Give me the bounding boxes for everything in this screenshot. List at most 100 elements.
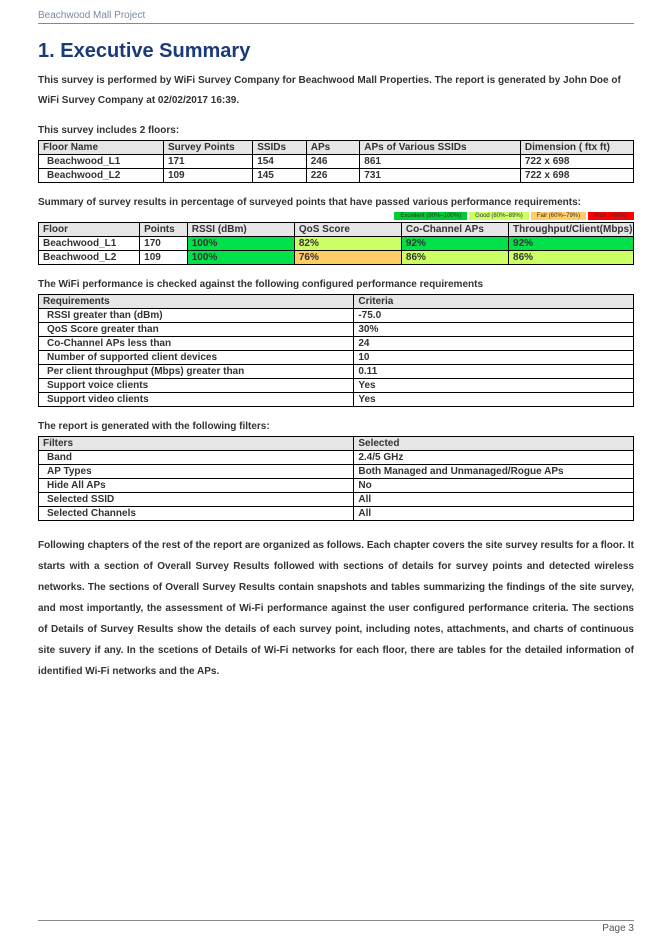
- project-title: Beachwood Mall Project: [38, 10, 145, 21]
- cell: Per client throughput (Mbps) greater tha…: [39, 365, 354, 379]
- col-criteria: Criteria: [354, 295, 634, 309]
- table-header-row: Filters Selected: [39, 437, 634, 451]
- cell: 109: [163, 169, 252, 183]
- table-row: Beachwood_L1 170 100% 82% 92% 92%: [39, 237, 634, 251]
- table-header-row: Floor Name Survey Points SSIDs APs APs o…: [39, 141, 634, 155]
- cell: 86%: [401, 251, 508, 265]
- table-row: Beachwood_L2 109 100% 76% 86% 86%: [39, 251, 634, 265]
- cell: Support voice clients: [39, 379, 354, 393]
- cell: 30%: [354, 323, 634, 337]
- table-row: Hide All APsNo: [39, 479, 634, 493]
- cell: 154: [253, 155, 307, 169]
- cell: Hide All APs: [39, 479, 354, 493]
- col-aps-various: APs of Various SSIDs: [360, 141, 521, 155]
- table-row: Selected ChannelsAll: [39, 507, 634, 521]
- table-header-row: Floor Points RSSI (dBm) QoS Score Co-Cha…: [39, 223, 634, 237]
- col-points: Points: [140, 223, 188, 237]
- col-cochannel: Co-Channel APs: [401, 223, 508, 237]
- col-ssids: SSIDs: [253, 141, 307, 155]
- cell: 861: [360, 155, 521, 169]
- table-row: Per client throughput (Mbps) greater tha…: [39, 365, 634, 379]
- cell: 246: [306, 155, 360, 169]
- cell: All: [354, 507, 634, 521]
- cell: 109: [140, 251, 188, 265]
- cell: 76%: [294, 251, 401, 265]
- cell: Selected SSID: [39, 493, 354, 507]
- table-row: Beachwood_L1 171 154 246 861 722 x 698: [39, 155, 634, 169]
- cell: 722 x 698: [520, 155, 633, 169]
- cell: QoS Score greater than: [39, 323, 354, 337]
- cell: 86%: [509, 251, 634, 265]
- cell: 82%: [294, 237, 401, 251]
- col-selected: Selected: [354, 437, 634, 451]
- cell: 100%: [187, 251, 294, 265]
- legend-fair: Fair (60%–79%): [531, 212, 586, 220]
- cell: Selected Channels: [39, 507, 354, 521]
- cell: 2.4/5 GHz: [354, 451, 634, 465]
- col-throughput: Throughput/Client(Mbps): [509, 223, 634, 237]
- cell: 92%: [401, 237, 508, 251]
- cell: All: [354, 493, 634, 507]
- col-qos: QoS Score: [294, 223, 401, 237]
- cell: Beachwood_L1: [39, 155, 164, 169]
- table-row: QoS Score greater than30%: [39, 323, 634, 337]
- page-number: Page 3: [602, 923, 634, 934]
- section-title: 1. Executive Summary: [38, 40, 634, 63]
- cell: Yes: [354, 393, 634, 407]
- cell: 226: [306, 169, 360, 183]
- table-row: RSSI greater than (dBm)-75.0: [39, 309, 634, 323]
- cell: No: [354, 479, 634, 493]
- legend-excellent: Excellent (90%–100%): [394, 212, 467, 220]
- table-row: Co-Channel APs less than24: [39, 337, 634, 351]
- cell: 100%: [187, 237, 294, 251]
- table-row: Support video clientsYes: [39, 393, 634, 407]
- summary-label: Summary of survey results in percentage …: [38, 197, 634, 208]
- floors-table: Floor Name Survey Points SSIDs APs APs o…: [38, 140, 634, 183]
- table-header-row: Requirements Criteria: [39, 295, 634, 309]
- summary-table: Floor Points RSSI (dBm) QoS Score Co-Cha…: [38, 222, 634, 265]
- cell: Number of supported client devices: [39, 351, 354, 365]
- cell: Support video clients: [39, 393, 354, 407]
- col-floor: Floor: [39, 223, 140, 237]
- cell: 145: [253, 169, 307, 183]
- filters-label: The report is generated with the followi…: [38, 421, 634, 432]
- table-row: Band2.4/5 GHz: [39, 451, 634, 465]
- col-filters: Filters: [39, 437, 354, 451]
- closing-paragraph: Following chapters of the rest of the re…: [38, 535, 634, 682]
- cell: Beachwood_L2: [39, 169, 164, 183]
- col-floor-name: Floor Name: [39, 141, 164, 155]
- cell: 0.11: [354, 365, 634, 379]
- cell: -75.0: [354, 309, 634, 323]
- cell: 10: [354, 351, 634, 365]
- table-row: Beachwood_L2 109 145 226 731 722 x 698: [39, 169, 634, 183]
- cell: 722 x 698: [520, 169, 633, 183]
- table-row: Number of supported client devices10: [39, 351, 634, 365]
- cell: Band: [39, 451, 354, 465]
- col-dimension: Dimension ( ftx ft): [520, 141, 633, 155]
- cell: Co-Channel APs less than: [39, 337, 354, 351]
- cell: Beachwood_L1: [39, 237, 140, 251]
- cell: 92%: [509, 237, 634, 251]
- legend: Excellent (90%–100%) Good (80%–89%) Fair…: [38, 212, 634, 220]
- requirements-table: Requirements Criteria RSSI greater than …: [38, 294, 634, 407]
- cell: 24: [354, 337, 634, 351]
- req-label: The WiFi performance is checked against …: [38, 279, 634, 290]
- legend-poor: Poor (<60%): [588, 212, 634, 220]
- cell: AP Types: [39, 465, 354, 479]
- cell: Beachwood_L2: [39, 251, 140, 265]
- floors-label: This survey includes 2 floors:: [38, 125, 634, 136]
- col-survey-points: Survey Points: [163, 141, 252, 155]
- page-footer: Page 3: [38, 920, 634, 934]
- table-row: AP TypesBoth Managed and Unmanaged/Rogue…: [39, 465, 634, 479]
- cell: 170: [140, 237, 188, 251]
- legend-good: Good (80%–89%): [469, 212, 529, 220]
- cell: Yes: [354, 379, 634, 393]
- page-header: Beachwood Mall Project: [38, 10, 634, 24]
- table-row: Support voice clientsYes: [39, 379, 634, 393]
- filters-table: Filters Selected Band2.4/5 GHz AP TypesB…: [38, 436, 634, 521]
- table-row: Selected SSIDAll: [39, 493, 634, 507]
- cell: Both Managed and Unmanaged/Rogue APs: [354, 465, 634, 479]
- cell: 731: [360, 169, 521, 183]
- col-requirements: Requirements: [39, 295, 354, 309]
- col-rssi: RSSI (dBm): [187, 223, 294, 237]
